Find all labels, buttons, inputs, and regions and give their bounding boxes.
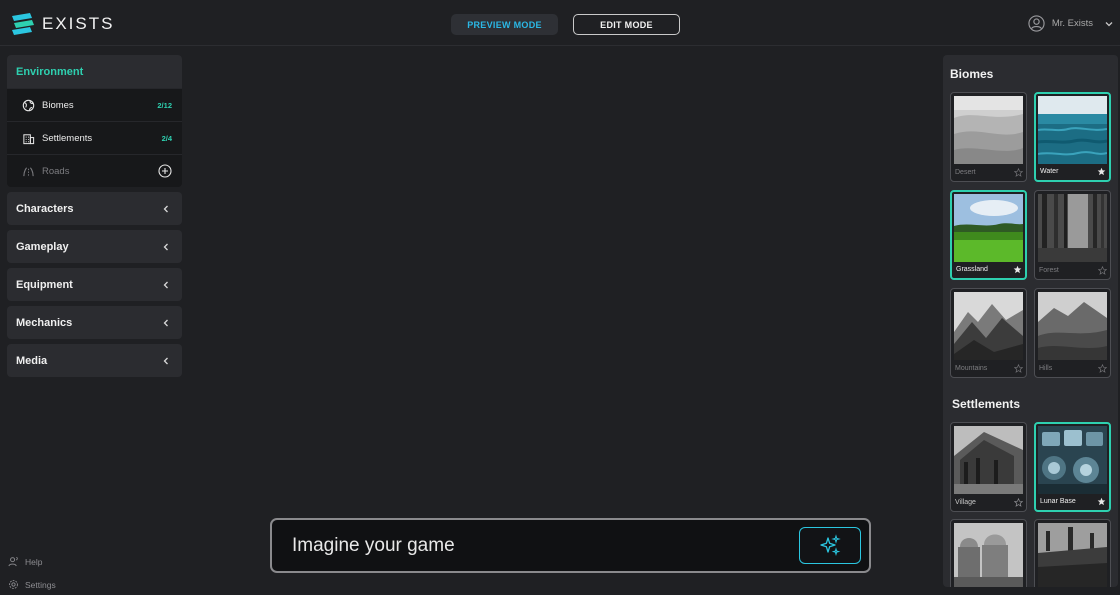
star-filled-icon[interactable] bbox=[1013, 265, 1022, 274]
star-filled-icon[interactable] bbox=[1097, 167, 1106, 176]
building-icon bbox=[23, 133, 35, 144]
help-label: Help bbox=[25, 556, 43, 567]
lunar-base-thumbnail bbox=[1038, 426, 1107, 494]
sidebar-item-equipment[interactable]: Equipment bbox=[7, 268, 182, 301]
environment-group: Environment Biomes 2/12 Settlements 2/4 bbox=[7, 55, 182, 187]
gear-icon bbox=[9, 580, 18, 589]
settlement-thumbnail bbox=[954, 523, 1023, 587]
settlement-card-lunar-base[interactable]: Lunar Base bbox=[1034, 422, 1111, 512]
chevron-down-icon bbox=[1105, 21, 1113, 26]
settlement-card[interactable] bbox=[1034, 519, 1111, 587]
star-outline-icon[interactable] bbox=[1014, 168, 1023, 177]
chevron-left-icon bbox=[163, 243, 168, 250]
help-icon bbox=[8, 556, 18, 567]
settlement-card-village[interactable]: Village bbox=[950, 422, 1027, 512]
sidebar-item-settlements[interactable]: Settlements 2/4 bbox=[7, 121, 182, 154]
preview-mode-button[interactable]: PREVIEW MODE bbox=[451, 14, 558, 35]
sidebar-item-label: Settlements bbox=[42, 132, 93, 144]
footer-links: Help Settings bbox=[8, 550, 56, 595]
chevron-left-icon bbox=[163, 319, 168, 326]
sidebar-item-mechanics[interactable]: Mechanics bbox=[7, 306, 182, 339]
chevron-left-icon bbox=[163, 281, 168, 288]
water-thumbnail bbox=[1038, 96, 1107, 164]
star-outline-icon[interactable] bbox=[1014, 364, 1023, 373]
category-label: Media bbox=[16, 354, 48, 367]
biome-card-hills[interactable]: Hills bbox=[1034, 288, 1111, 378]
edit-mode-button[interactable]: EDIT MODE bbox=[573, 14, 680, 35]
globe-icon bbox=[22, 99, 35, 111]
biome-card-desert[interactable]: Desert bbox=[950, 92, 1027, 182]
chevron-left-icon bbox=[163, 357, 168, 364]
settings-link[interactable]: Settings bbox=[8, 573, 56, 595]
count-badge: 2/4 bbox=[161, 133, 172, 143]
top-bar: EXISTS PREVIEW MODE EDIT MODE Mr. Exists bbox=[0, 0, 1120, 46]
card-label: Mountains bbox=[955, 365, 988, 372]
hills-thumbnail bbox=[1038, 292, 1107, 360]
star-outline-icon[interactable] bbox=[1014, 498, 1023, 507]
category-label: Characters bbox=[16, 202, 74, 215]
prompt-input[interactable] bbox=[292, 534, 799, 557]
category-label: Gameplay bbox=[16, 240, 69, 253]
road-icon bbox=[23, 166, 34, 176]
settlement-card[interactable] bbox=[950, 519, 1027, 587]
card-label: Forest bbox=[1039, 267, 1059, 274]
sidebar-item-media[interactable]: Media bbox=[7, 344, 182, 377]
settings-label: Settings bbox=[25, 579, 56, 590]
settlement-thumbnail bbox=[1038, 523, 1107, 587]
sidebar-item-gameplay[interactable]: Gameplay bbox=[7, 230, 182, 263]
mountains-thumbnail bbox=[954, 292, 1023, 360]
settlements-title: Settlements bbox=[952, 397, 1021, 411]
add-circle-icon[interactable] bbox=[158, 164, 172, 178]
star-outline-icon[interactable] bbox=[1098, 266, 1107, 275]
sidebar-item-environment[interactable]: Environment bbox=[7, 55, 182, 88]
star-filled-icon[interactable] bbox=[1097, 497, 1106, 506]
chevron-left-icon bbox=[163, 205, 168, 212]
user-name: Mr. Exists bbox=[1051, 18, 1093, 29]
sidebar-item-roads[interactable]: Roads bbox=[7, 154, 182, 187]
grassland-thumbnail bbox=[954, 194, 1023, 262]
biome-card-water[interactable]: Water bbox=[1034, 92, 1111, 182]
mode-toggle: PREVIEW MODE EDIT MODE bbox=[451, 14, 680, 35]
sidebar-item-label: Biomes bbox=[42, 99, 74, 111]
sidebar: Environment Biomes 2/12 Settlements 2/4 bbox=[7, 55, 182, 377]
count-badge: 2/12 bbox=[157, 100, 172, 110]
sparkles-icon bbox=[820, 533, 841, 556]
category-label: Mechanics bbox=[16, 316, 73, 329]
sidebar-item-label: Roads bbox=[42, 165, 70, 177]
app-logo[interactable]: EXISTS bbox=[10, 12, 114, 36]
card-label: Hills bbox=[1039, 365, 1053, 372]
desert-thumbnail bbox=[954, 96, 1023, 164]
village-thumbnail bbox=[954, 426, 1023, 494]
biome-card-grassland[interactable]: Grassland bbox=[950, 190, 1027, 280]
sidebar-item-characters[interactable]: Characters bbox=[7, 192, 182, 225]
user-avatar-icon bbox=[1028, 15, 1045, 32]
forest-thumbnail bbox=[1038, 194, 1107, 262]
card-label: Lunar Base bbox=[1040, 498, 1076, 505]
biomes-title: Biomes bbox=[950, 67, 994, 81]
generate-button[interactable] bbox=[799, 527, 861, 564]
biome-card-forest[interactable]: Forest bbox=[1034, 190, 1111, 280]
sidebar-item-biomes[interactable]: Biomes 2/12 bbox=[7, 88, 182, 121]
logo-icon bbox=[12, 13, 34, 35]
card-label: Desert bbox=[955, 169, 976, 176]
card-label: Grassland bbox=[956, 266, 988, 273]
card-label: Water bbox=[1040, 168, 1059, 175]
card-label: Village bbox=[955, 499, 976, 506]
brand-name: EXISTS bbox=[42, 14, 115, 33]
star-outline-icon[interactable] bbox=[1098, 364, 1107, 373]
asset-panel: Biomes Desert Water Grassland Forest Mou… bbox=[943, 55, 1118, 587]
category-label: Equipment bbox=[16, 278, 73, 291]
biome-card-mountains[interactable]: Mountains bbox=[950, 288, 1027, 378]
help-link[interactable]: Help bbox=[8, 550, 56, 573]
user-menu[interactable]: Mr. Exists bbox=[1028, 15, 1114, 32]
prompt-bar bbox=[270, 518, 871, 573]
